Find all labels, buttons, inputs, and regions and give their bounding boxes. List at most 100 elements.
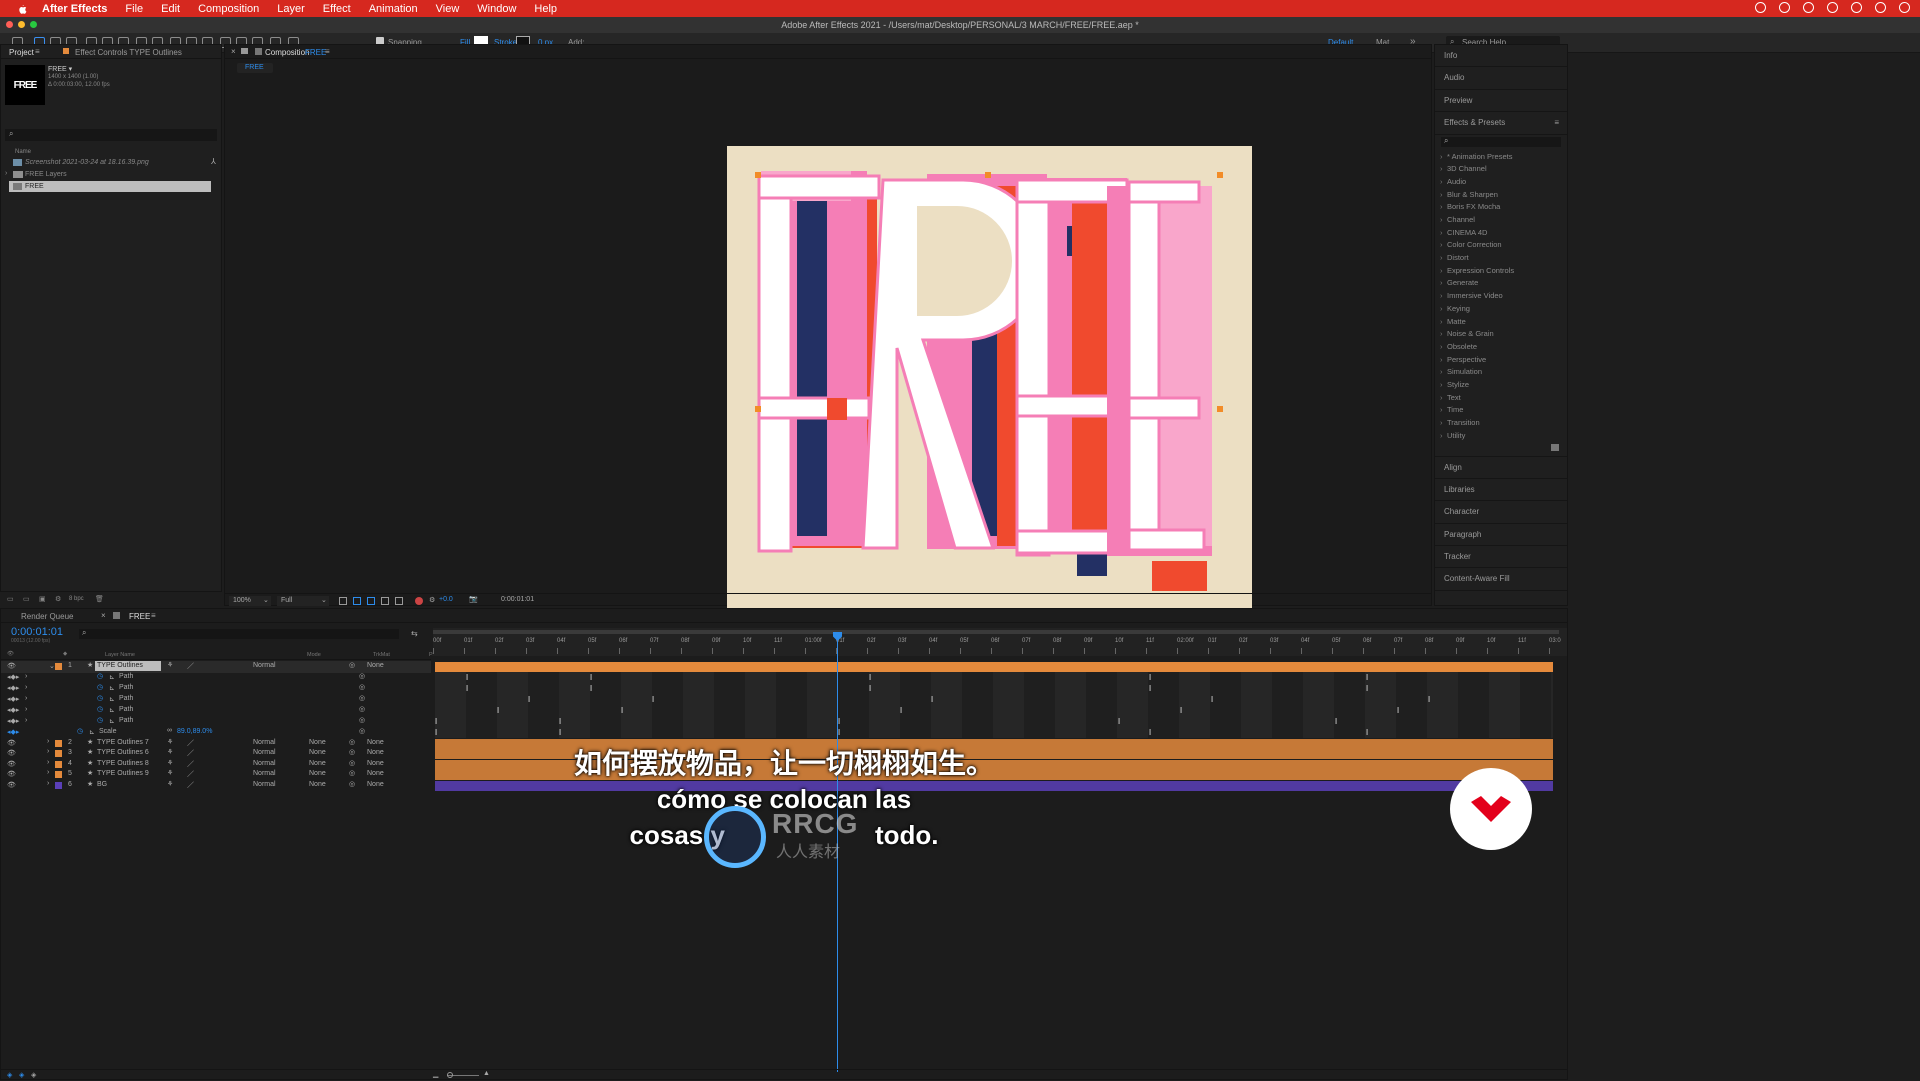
- grid-icon[interactable]: [381, 597, 389, 605]
- current-timecode[interactable]: 0:00:01:01: [11, 626, 63, 638]
- trash-icon[interactable]: 🗑: [95, 595, 104, 603]
- close-tab-icon[interactable]: ×: [231, 47, 236, 56]
- keyframe-marker[interactable]: Ⅰ: [650, 696, 656, 704]
- work-area-bar[interactable]: [433, 630, 1559, 634]
- audio-panel[interactable]: Audio: [1435, 67, 1567, 90]
- expand-property-icon[interactable]: ›: [25, 695, 27, 702]
- keyframe-marker[interactable]: Ⅰ: [867, 685, 873, 693]
- tab-project[interactable]: Project: [9, 48, 34, 57]
- keyframe-marker[interactable]: Ⅰ: [588, 685, 594, 693]
- menu-composition[interactable]: Composition: [198, 3, 259, 15]
- keyframe-marker[interactable]: Ⅰ: [1333, 718, 1339, 726]
- panel-section[interactable]: Tracker: [1435, 546, 1567, 569]
- comp-viewer-canvas[interactable]: [727, 146, 1252, 670]
- zoom-in-icon[interactable]: ▲: [483, 1070, 490, 1077]
- effects-category[interactable]: Boris FX Mocha: [1435, 201, 1567, 214]
- keyframe-marker[interactable]: Ⅰ: [898, 707, 904, 715]
- quality-switch-icon[interactable]: ／: [187, 661, 194, 671]
- project-item-free-layers[interactable]: FREE Layers: [25, 171, 67, 178]
- layer-mode[interactable]: Normal: [253, 662, 276, 669]
- menu-help[interactable]: Help: [534, 3, 557, 15]
- effects-presets-header[interactable]: Effects & Presets ≡: [1435, 112, 1567, 135]
- keyframe-marker[interactable]: Ⅰ: [433, 718, 439, 726]
- keyframe-marker[interactable]: Ⅰ: [1395, 707, 1401, 715]
- keyframe-marker[interactable]: Ⅰ: [1178, 707, 1184, 715]
- effects-category[interactable]: * Animation Presets: [1435, 151, 1567, 164]
- render-time-icon[interactable]: ◈: [7, 1071, 12, 1079]
- expand-layer-icon[interactable]: ⌄: [49, 662, 55, 670]
- viewer-timecode[interactable]: 0:00:01:01: [501, 596, 534, 603]
- keyframe-nav-icon[interactable]: ◂◆▸: [7, 728, 19, 736]
- expression-pick-whip-icon[interactable]: ◎: [359, 716, 365, 724]
- bluetooth-icon[interactable]: [1779, 2, 1790, 13]
- menu-app[interactable]: After Effects: [42, 3, 107, 15]
- comp-name[interactable]: FREE ▾: [48, 65, 72, 73]
- pick-whip-icon[interactable]: ◎: [349, 661, 355, 669]
- comp-tab-name[interactable]: FREE: [305, 48, 326, 57]
- menu-animation[interactable]: Animation: [369, 3, 418, 15]
- keyframe-nav-icon[interactable]: ◂◆▸: [7, 673, 19, 681]
- effects-category[interactable]: Immersive Video: [1435, 290, 1567, 303]
- wifi-icon[interactable]: [1827, 2, 1838, 13]
- constrain-proportions-icon[interactable]: ∞: [167, 727, 172, 734]
- comp-mini-flowchart-icon[interactable]: ⇆: [411, 629, 418, 638]
- expression-pick-whip-icon[interactable]: ◎: [359, 727, 365, 735]
- tab-effect-controls[interactable]: Effect Controls TYPE Outlines: [75, 48, 182, 57]
- keyframe-marker[interactable]: Ⅰ: [1147, 674, 1153, 682]
- menu-file[interactable]: File: [125, 3, 143, 15]
- effects-category[interactable]: 3D Channel: [1435, 163, 1567, 176]
- panel-section[interactable]: Paragraph: [1435, 524, 1567, 546]
- keyframe-marker[interactable]: Ⅰ: [1209, 696, 1215, 704]
- shy-switch-icon[interactable]: ⚘: [167, 661, 173, 669]
- mask-visibility-icon[interactable]: [367, 597, 375, 605]
- trkmat-header[interactable]: TrkMat: [373, 652, 390, 658]
- layer-label-color[interactable]: [55, 663, 62, 670]
- control-center-icon[interactable]: [1875, 2, 1886, 13]
- keyframe-marker[interactable]: Ⅰ: [619, 707, 625, 715]
- layer-name-header[interactable]: Layer Name: [105, 652, 135, 658]
- effects-category[interactable]: Transition: [1435, 417, 1567, 430]
- spotlight-icon[interactable]: [1803, 2, 1814, 13]
- flowchart-icon[interactable]: ⅄: [211, 157, 216, 166]
- keyframe-marker[interactable]: Ⅰ: [1364, 685, 1370, 693]
- layer-name-field[interactable]: TYPE Outlines: [95, 661, 161, 671]
- expression-pick-whip-icon[interactable]: ◎: [359, 694, 365, 702]
- stopwatch-icon[interactable]: ◷: [97, 672, 103, 680]
- battery-icon[interactable]: [1851, 2, 1862, 13]
- apple-icon[interactable]: [16, 3, 28, 15]
- panel-menu-icon[interactable]: ≡: [151, 611, 156, 620]
- expression-pick-whip-icon[interactable]: ◎: [359, 672, 365, 680]
- stopwatch-icon[interactable]: ◷: [77, 727, 83, 735]
- layer-bar-1[interactable]: [435, 662, 1553, 672]
- exposure-icon[interactable]: ⚙: [429, 596, 435, 604]
- keyframe-marker[interactable]: Ⅰ: [557, 729, 563, 737]
- keyframe-marker[interactable]: Ⅰ: [464, 674, 470, 682]
- scale-value[interactable]: 89.0,89.0%: [177, 728, 212, 735]
- panel-section[interactable]: Align: [1435, 456, 1567, 479]
- zoom-slider-handle[interactable]: [447, 1072, 453, 1078]
- effects-category[interactable]: Distort: [1435, 252, 1567, 265]
- effects-category[interactable]: Generate: [1435, 277, 1567, 290]
- zoom-out-icon[interactable]: ▁: [433, 1070, 438, 1078]
- stopwatch-icon[interactable]: ◷: [97, 683, 103, 691]
- channel-icon[interactable]: [395, 597, 403, 605]
- expand-property-icon[interactable]: ›: [25, 717, 27, 724]
- keyframe-marker[interactable]: Ⅰ: [588, 674, 594, 682]
- resolution-dropdown[interactable]: Full ⌄: [277, 596, 329, 606]
- close-window-icon[interactable]: [6, 21, 13, 28]
- toggle-switches-icon[interactable]: ◈: [19, 1071, 24, 1079]
- toggle-modes-icon[interactable]: ◈: [31, 1071, 36, 1079]
- minimize-window-icon[interactable]: [18, 21, 25, 28]
- keyframe-marker[interactable]: Ⅰ: [1147, 729, 1153, 737]
- panel-section[interactable]: Libraries: [1435, 479, 1567, 502]
- panel-menu-icon[interactable]: ≡: [1554, 112, 1559, 134]
- keyframe-nav-icon[interactable]: ◂◆▸: [7, 706, 19, 714]
- stopwatch-icon[interactable]: ◷: [97, 694, 103, 702]
- clock-icon[interactable]: [1899, 2, 1910, 13]
- transparency-grid-icon[interactable]: [353, 597, 361, 605]
- effects-category[interactable]: Noise & Grain: [1435, 328, 1567, 341]
- effects-search-field[interactable]: ⌕: [1441, 136, 1561, 147]
- expand-property-icon[interactable]: ›: [25, 684, 27, 691]
- expand-property-icon[interactable]: ›: [25, 706, 27, 713]
- record-icon[interactable]: [1755, 2, 1766, 13]
